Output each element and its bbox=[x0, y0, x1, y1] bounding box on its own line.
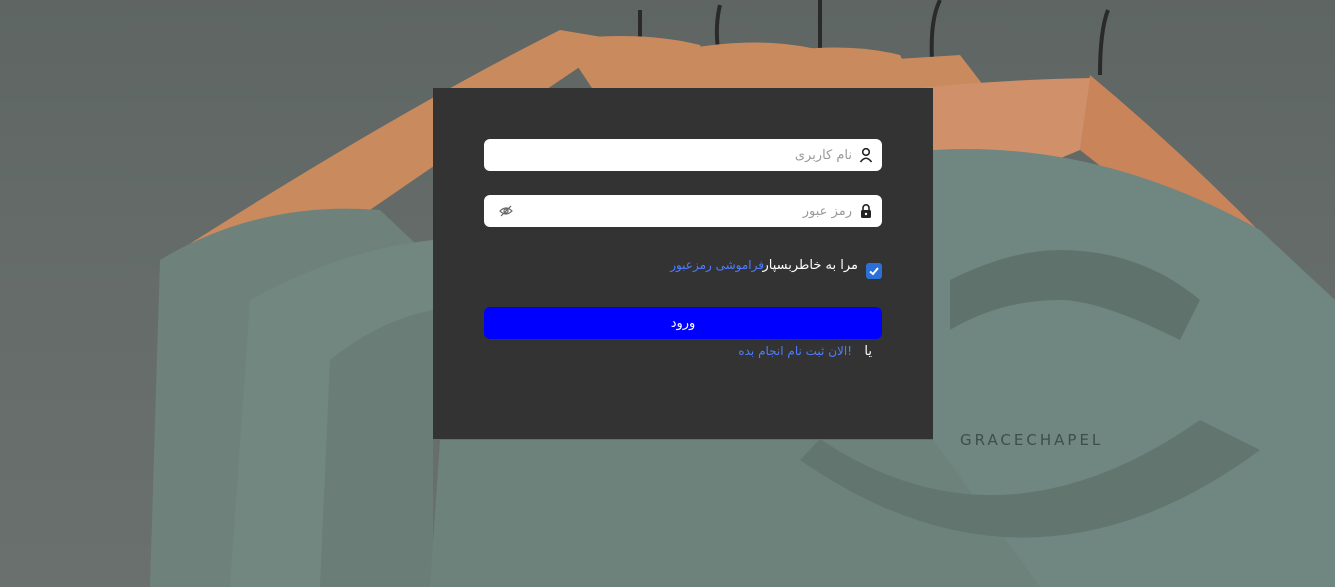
check-icon bbox=[869, 267, 879, 276]
remember-row: مرا به خاطربسپار فراموشی رمزعبور bbox=[484, 258, 882, 282]
login-card: مرا به خاطربسپار فراموشی رمزعبور ورود یا… bbox=[433, 88, 933, 439]
remember-checkbox[interactable] bbox=[866, 263, 882, 279]
username-field[interactable] bbox=[484, 139, 882, 171]
eye-off-icon[interactable] bbox=[499, 204, 513, 218]
signup-row: یا الان ثبت نام انجام بده! bbox=[484, 342, 882, 362]
username-input[interactable] bbox=[520, 139, 852, 171]
forgot-password-link[interactable]: فراموشی رمزعبور bbox=[670, 258, 764, 272]
lock-icon bbox=[861, 204, 871, 218]
or-text: یا bbox=[864, 344, 872, 359]
shirt-label-text: GRACECHAPEL bbox=[960, 431, 1103, 449]
remember-label[interactable]: مرا به خاطربسپار bbox=[763, 258, 859, 273]
signup-link[interactable]: الان ثبت نام انجام بده! bbox=[738, 344, 852, 358]
login-button[interactable]: ورود bbox=[484, 307, 882, 339]
password-field[interactable] bbox=[484, 195, 882, 227]
password-input[interactable] bbox=[520, 195, 852, 227]
user-icon bbox=[859, 147, 873, 163]
